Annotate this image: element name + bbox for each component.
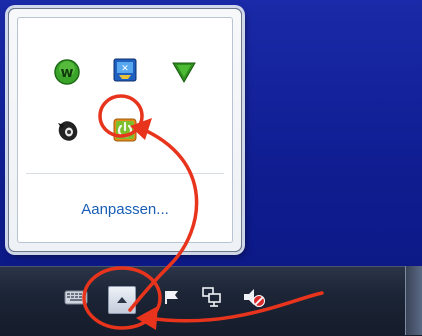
popup-divider [26,173,224,174]
svg-text:✕: ✕ [121,64,129,74]
w-app-icon[interactable]: w [51,56,83,88]
customize-link[interactable]: Aanpassen... [18,201,232,218]
network-icon[interactable] [198,283,226,311]
speaker-icon[interactable] [51,114,83,146]
show-desktop-button[interactable] [405,266,422,335]
tray-overflow-panel: w ✕ Aanpassen... [17,17,233,243]
flag-icon[interactable] [158,283,186,311]
volume-muted-icon[interactable] [240,283,268,311]
tray-overflow-popup: w ✕ Aanpassen... [8,8,242,252]
show-hidden-icons-button[interactable] [108,286,136,314]
svg-text:w: w [61,65,74,81]
keyboard-icon[interactable] [62,283,90,311]
chevron-up-icon [117,297,127,303]
remote-connection-icon[interactable]: ✕ [109,54,141,86]
green-arrow-down-icon[interactable] [168,56,200,88]
power-icon[interactable] [109,114,141,146]
